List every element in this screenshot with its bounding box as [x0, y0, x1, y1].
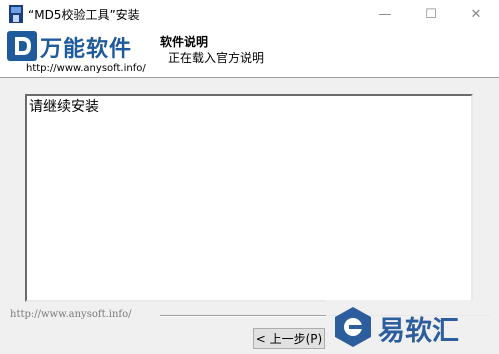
watermark-text: 易软汇 — [378, 316, 459, 347]
page-subtitle: 正在载入官方说明 — [168, 51, 265, 65]
maximize-button[interactable]: ☐ — [408, 0, 454, 28]
info-text-area[interactable]: 请继续安装 — [25, 94, 473, 302]
brand-logo-text: 万能软件 — [40, 37, 133, 62]
watermark-logo-icon — [335, 307, 371, 347]
window-title: “MD5校验工具”安装 — [28, 8, 140, 22]
brand-logo-icon — [7, 31, 37, 61]
info-text: 请继续安装 — [29, 99, 99, 115]
minimize-button[interactable]: — — [362, 0, 408, 28]
wizard-header: 万能软件 http://www.anysoft.info/ 软件说明 正在载入官… — [0, 28, 499, 78]
close-button[interactable]: ✕ — [453, 0, 499, 28]
installer-app-icon — [9, 5, 23, 23]
back-button[interactable]: < 上一步(P) — [253, 328, 325, 349]
footer-brand-text: http://www.anysoft.info/ — [10, 309, 132, 320]
title-bar: “MD5校验工具”安装 — ☐ ✕ — [0, 0, 499, 28]
brand-url: http://www.anysoft.info/ — [26, 63, 146, 74]
page-title: 软件说明 — [160, 35, 209, 49]
watermark: 易软汇 — [326, 300, 499, 354]
